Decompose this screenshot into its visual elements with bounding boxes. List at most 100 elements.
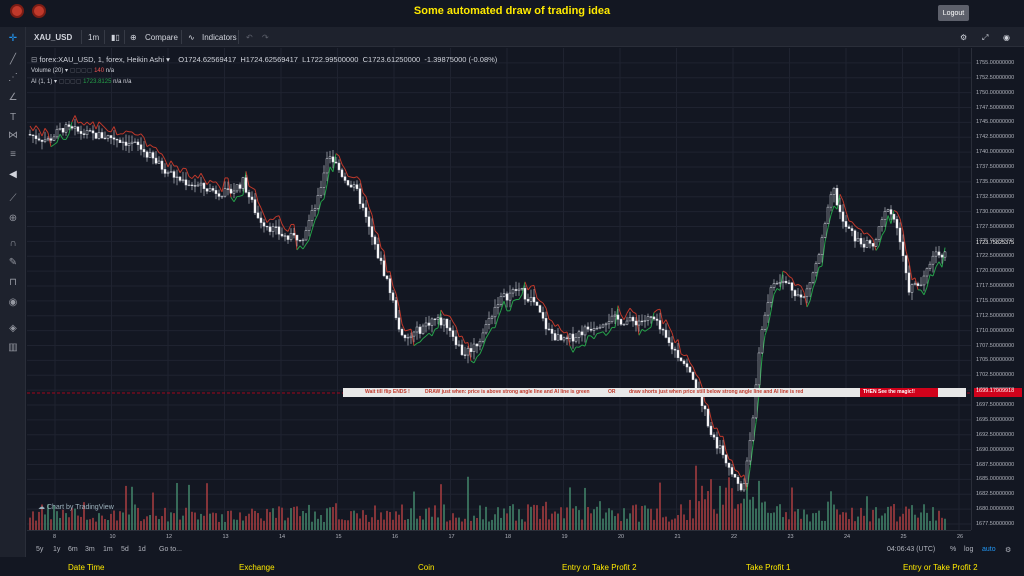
ai-line-segment xyxy=(287,224,292,232)
trend-line-icon[interactable]: ╱ xyxy=(6,54,20,66)
range-1y[interactable]: 1y xyxy=(53,546,60,553)
symbol-search[interactable]: XAU_USD xyxy=(34,33,72,42)
tradingview-watermark[interactable]: ☁ Chart by TradingView xyxy=(38,503,114,511)
range-5y[interactable]: 5y xyxy=(36,546,43,553)
trading-idea-banner: Wait till flip ENDS ! DRAW just when: pr… xyxy=(343,388,966,397)
volume-bar xyxy=(59,517,61,530)
chart-type-icon[interactable]: ▮▯ xyxy=(111,33,120,42)
candle-body xyxy=(274,226,278,228)
volume-bar xyxy=(356,513,358,530)
candle-body xyxy=(832,188,836,195)
candle-body xyxy=(808,282,812,290)
range-1d[interactable]: 1d xyxy=(138,546,146,553)
multipoint-icon[interactable]: ⋰ xyxy=(6,72,20,84)
back-arrow-icon[interactable]: ◀ xyxy=(6,169,20,181)
symbol-description[interactable]: forex:XAU_USD, 1, forex, Heikin Ashi xyxy=(39,55,164,64)
volume-bar xyxy=(284,520,286,530)
chevron-down-icon[interactable]: ▾ xyxy=(65,68,68,74)
alert-price-label: 1699.17909918 xyxy=(974,388,1022,397)
ohlc-high: H1724.62569417 xyxy=(240,55,298,64)
compare-icon[interactable]: ⊕ xyxy=(130,33,137,42)
volume-bar xyxy=(254,510,256,530)
zoom-in-icon[interactable]: ⊕ xyxy=(6,213,20,225)
indicator-controls-icon[interactable]: ▢▢▢▢ xyxy=(70,68,93,74)
chevron-down-icon[interactable]: ▾ xyxy=(166,55,170,64)
volume-bar xyxy=(428,507,430,530)
lock-drawing-icon[interactable]: ✎ xyxy=(6,257,20,269)
volume-bar xyxy=(701,485,703,530)
candle-body xyxy=(106,135,110,139)
magnet-icon[interactable]: ∩ xyxy=(6,238,20,250)
volume-bar xyxy=(605,512,607,530)
utc-clock[interactable]: 04:06:43 (UTC) xyxy=(887,546,935,553)
ruler-icon[interactable]: ⟋ xyxy=(6,193,20,205)
interval-selector[interactable]: 1m xyxy=(88,33,99,42)
ai-line-segment xyxy=(860,229,865,235)
candle-body xyxy=(391,292,395,301)
volume-bar xyxy=(383,519,385,530)
price-chart[interactable] xyxy=(27,48,971,530)
volume-bar xyxy=(77,515,79,530)
candle-body xyxy=(466,348,470,356)
candle-body xyxy=(436,317,440,320)
pattern-icon[interactable]: ⋈ xyxy=(6,130,20,142)
layers-icon[interactable]: ◈ xyxy=(6,323,20,335)
undo-icon[interactable]: ↶ xyxy=(246,33,253,42)
price-axis[interactable]: 1755.00000000 1752.50000000 1750.00000000 1… xyxy=(971,48,1024,530)
indicators-icon[interactable]: ∿ xyxy=(188,33,195,42)
volume-bar xyxy=(35,520,37,530)
chevron-down-icon[interactable]: ▾ xyxy=(54,79,57,85)
range-6m[interactable]: 6m xyxy=(68,546,78,553)
text-tool-icon[interactable]: T xyxy=(6,112,20,124)
volume-bar xyxy=(659,482,661,530)
ai-indicator-label[interactable]: AI (1, 1) xyxy=(31,79,52,85)
candle-body xyxy=(868,240,872,244)
fib-retracement-icon[interactable]: ≡ xyxy=(6,149,20,161)
volume-bar xyxy=(578,510,580,530)
volume-bar xyxy=(671,519,673,530)
price-tick-label: 1680.00000000 xyxy=(976,506,1015,513)
lock-icon[interactable]: ⊓ xyxy=(6,277,20,289)
candle-body xyxy=(355,184,359,189)
screenshot-camera-icon[interactable]: ◉ xyxy=(1003,33,1010,42)
settings-gear-icon[interactable]: ⚙ xyxy=(960,33,967,42)
crosshair-icon[interactable]: ✛ xyxy=(6,33,20,45)
candle-body xyxy=(562,337,566,341)
volume-bar xyxy=(236,519,238,530)
scale-settings-gear-icon[interactable]: ⚙ xyxy=(1005,546,1011,554)
candle-body xyxy=(334,161,338,164)
eye-icon[interactable]: ◉ xyxy=(6,297,20,309)
auto-toggle[interactable]: auto xyxy=(982,546,996,553)
range-3m[interactable]: 3m xyxy=(85,546,95,553)
volume-bar xyxy=(182,515,184,530)
time-tick-label: 23 xyxy=(787,534,794,540)
ai-line-segment xyxy=(593,333,598,340)
volume-bar xyxy=(536,505,538,530)
candle-body xyxy=(880,219,884,227)
indicator-controls-icon[interactable]: ▢▢▢▢ xyxy=(59,79,82,85)
settings-icon[interactable]: ⊟ xyxy=(31,55,37,64)
ai-line-segment xyxy=(425,332,430,337)
candle-body xyxy=(937,251,941,256)
brush-icon[interactable]: ∠ xyxy=(6,92,20,104)
time-axis[interactable]: 8 10 12 13 14 15 16 17 18 19 20 21 22 23 24 25 26 xyxy=(27,530,971,542)
compare-button[interactable]: Compare xyxy=(145,33,178,42)
price-tick-label: 1737.50000000 xyxy=(976,164,1015,170)
range-1m[interactable]: 1m xyxy=(103,546,113,553)
range-5d[interactable]: 5d xyxy=(121,546,129,553)
candle-body xyxy=(916,283,920,286)
goto-date-button[interactable]: Go to... xyxy=(159,546,182,553)
log-toggle[interactable]: log xyxy=(964,546,973,553)
logout-button[interactable]: Logout xyxy=(938,5,969,21)
volume-bar xyxy=(74,508,76,530)
percent-toggle[interactable]: % xyxy=(950,546,956,553)
indicators-button[interactable]: Indicators xyxy=(202,33,237,42)
volume-bar xyxy=(728,477,730,530)
redo-icon[interactable]: ↷ xyxy=(262,33,269,42)
volume-indicator-label[interactable]: Volume (20) xyxy=(31,68,63,74)
volume-bar xyxy=(308,504,310,530)
volume-bar xyxy=(272,508,274,530)
volume-bar xyxy=(563,518,565,530)
fullscreen-icon[interactable]: ⤢ xyxy=(982,33,988,43)
trash-icon[interactable]: ▥ xyxy=(6,342,20,354)
